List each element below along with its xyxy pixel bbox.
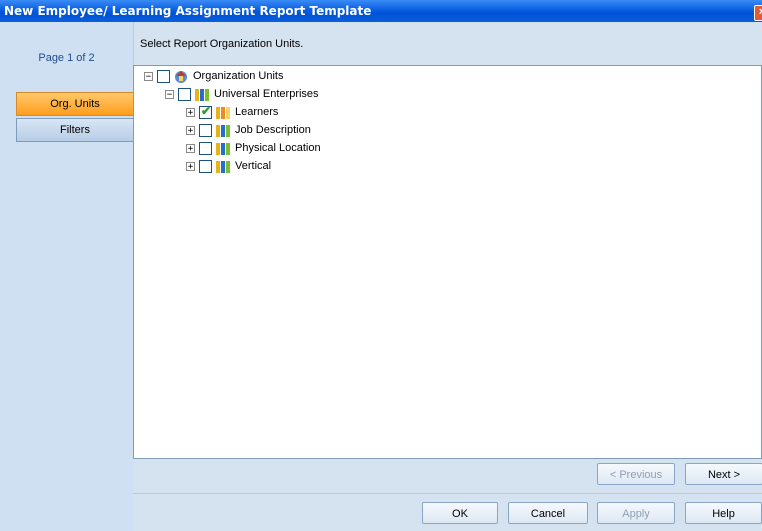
- tree-checkbox[interactable]: [157, 69, 170, 83]
- tree-node-label: Job Description: [235, 124, 311, 136]
- globe-home-icon: [173, 68, 189, 84]
- tree-node-universal-enterprises[interactable]: − Universal Enterprises: [165, 86, 319, 102]
- expand-icon[interactable]: +: [186, 143, 195, 153]
- collapse-icon[interactable]: −: [165, 89, 174, 99]
- window-title: New Employee/ Learning Assignment Report…: [4, 4, 372, 18]
- expand-icon[interactable]: +: [186, 107, 195, 117]
- people-group-icon: [194, 87, 210, 101]
- instruction-text: Select Report Organization Units.: [140, 38, 304, 50]
- page-indicator: Page 1 of 2: [38, 52, 95, 64]
- tree-node-learners[interactable]: + ✔ Learners: [186, 104, 278, 120]
- next-button[interactable]: Next >: [685, 463, 762, 485]
- tree-node-physical-location[interactable]: + Physical Location: [186, 140, 321, 156]
- cancel-button[interactable]: Cancel: [508, 502, 588, 524]
- expand-icon[interactable]: +: [186, 125, 195, 135]
- tree-node-label: Physical Location: [235, 142, 321, 154]
- tree-checkbox[interactable]: [199, 123, 212, 137]
- tree-node-root[interactable]: − Organization Units: [144, 68, 284, 84]
- collapse-icon[interactable]: −: [144, 71, 153, 81]
- people-group-icon: [215, 141, 231, 155]
- title-bar: New Employee/ Learning Assignment Report…: [0, 0, 762, 22]
- tree-checkbox[interactable]: [178, 87, 191, 101]
- tree-checkbox-checked[interactable]: ✔: [199, 103, 212, 119]
- people-group-icon: [215, 123, 231, 137]
- org-unit-tree[interactable]: − Organization Units − Universal Enterpr…: [133, 65, 762, 459]
- tree-node-vertical[interactable]: + Vertical: [186, 158, 271, 174]
- tree-checkbox[interactable]: [199, 141, 212, 155]
- people-group-icon: [215, 159, 231, 173]
- tree-node-label: Universal Enterprises: [214, 88, 319, 100]
- previous-button[interactable]: < Previous: [597, 463, 675, 485]
- tree-node-label: Organization Units: [193, 70, 284, 82]
- apply-button[interactable]: Apply: [597, 502, 675, 524]
- ok-button[interactable]: OK: [422, 502, 498, 524]
- divider: [133, 493, 762, 494]
- sidebar-item-org-units[interactable]: Org. Units: [16, 92, 134, 116]
- help-button[interactable]: Help: [685, 502, 762, 524]
- expand-icon[interactable]: +: [186, 161, 195, 171]
- sidebar-item-filters[interactable]: Filters: [16, 118, 134, 142]
- people-group-icon: [215, 105, 231, 119]
- tree-node-job-description[interactable]: + Job Description: [186, 122, 311, 138]
- tree-node-label: Vertical: [235, 160, 272, 172]
- close-button[interactable]: ×: [754, 5, 762, 21]
- check-icon: ✔: [201, 103, 212, 118]
- tree-node-label: Learners: [235, 106, 279, 118]
- tree-checkbox[interactable]: [199, 159, 212, 173]
